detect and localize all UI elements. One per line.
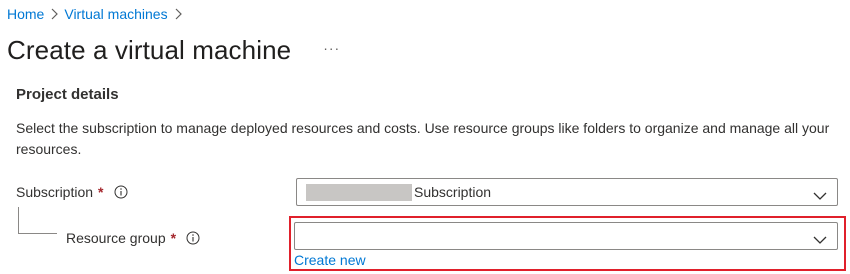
subscription-label-text: Subscription — [16, 184, 94, 200]
tree-connector-line — [18, 207, 57, 234]
title-row: Create a virtual machine ··· — [7, 32, 344, 68]
resource-group-label-text: Resource group — [66, 230, 166, 246]
info-icon[interactable] — [186, 231, 200, 245]
breadcrumb-home-link[interactable]: Home — [7, 4, 44, 24]
page-title: Create a virtual machine — [7, 34, 292, 65]
breadcrumb-virtual-machines-link[interactable]: Virtual machines — [64, 4, 167, 24]
chevron-right-icon — [168, 8, 188, 20]
subscription-label: Subscription * — [16, 182, 128, 202]
resource-group-label: Resource group * — [66, 228, 200, 248]
chevron-down-icon — [813, 232, 827, 244]
chevron-right-icon — [44, 8, 64, 20]
required-star: * — [98, 184, 104, 200]
redacted-value-block — [306, 183, 412, 201]
more-options-button[interactable]: ··· — [319, 39, 344, 57]
section-description: Select the subscription to manage deploy… — [16, 120, 830, 157]
section-title: Project details — [16, 86, 119, 103]
info-icon[interactable] — [114, 185, 128, 199]
chevron-down-icon — [813, 188, 827, 200]
create-new-resource-group-link[interactable]: Create new — [294, 252, 366, 269]
required-star: * — [170, 230, 177, 246]
breadcrumb: Home Virtual machines — [7, 4, 188, 24]
subscription-dropdown[interactable]: Subscription — [296, 178, 838, 206]
subscription-dropdown-value: Subscription — [414, 184, 492, 200]
resource-group-dropdown[interactable] — [294, 222, 838, 250]
